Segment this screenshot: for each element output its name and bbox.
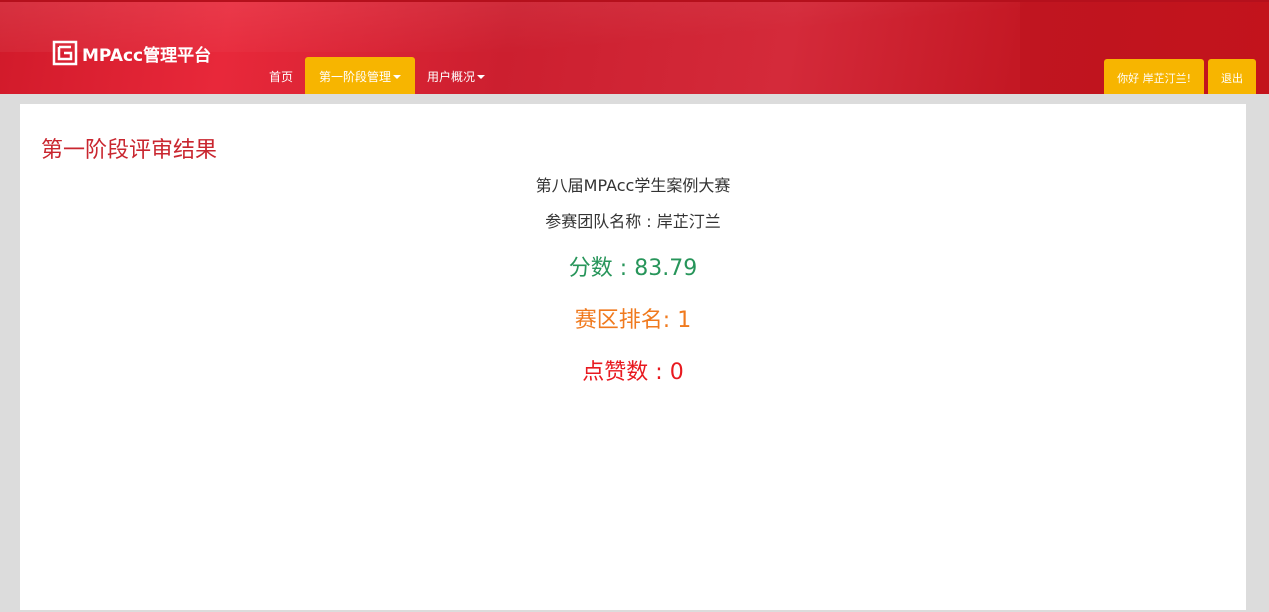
nav-item-home-label: 首页: [269, 70, 294, 84]
page-title: 第一阶段评审结果: [41, 138, 218, 163]
likes-line: 点赞数 : 0: [20, 358, 1246, 388]
score-label: 分数 :: [568, 256, 635, 281]
logout-button[interactable]: 退出: [1208, 59, 1256, 94]
logout-label: 退出: [1221, 71, 1243, 85]
user-greeting-label: 你好 岸芷汀兰!: [1117, 71, 1191, 85]
team-line: 参赛团队名称 : 岸芷汀兰: [20, 210, 1246, 234]
user-area: 你好 岸芷汀兰! 退出: [1100, 59, 1256, 94]
logo-text: MPAcc管理平台: [82, 45, 212, 66]
main-nav: 首页 第一阶段管理 用户概况: [257, 57, 497, 94]
likes-label: 点赞数 :: [582, 360, 670, 385]
result-block: 第八届MPAcc学生案例大赛 参赛团队名称 : 岸芷汀兰 分数 : 83.79 …: [20, 174, 1246, 388]
rank-value: 1: [677, 308, 692, 333]
team-label: 参赛团队名称 :: [545, 212, 657, 231]
nav-item-user-overview[interactable]: 用户概况: [415, 57, 497, 94]
nav-item-stage-one[interactable]: 第一阶段管理: [305, 57, 416, 94]
nav-item-home[interactable]: 首页: [257, 57, 305, 94]
user-greeting-button[interactable]: 你好 岸芷汀兰!: [1104, 59, 1204, 94]
top-header: MPAcc管理平台 首页 第一阶段管理 用户概况 你好 岸芷汀兰! 退出: [0, 0, 1269, 94]
nav-item-stage-one-label: 第一阶段管理: [319, 70, 392, 84]
logo[interactable]: MPAcc管理平台: [52, 40, 211, 66]
content-panel: 第一阶段评审结果 第八届MPAcc学生案例大赛 参赛团队名称 : 岸芷汀兰 分数…: [20, 104, 1246, 610]
score-line: 分数 : 83.79: [20, 254, 1246, 284]
rank-line: 赛区排名: 1: [20, 306, 1246, 336]
likes-value: 0: [669, 360, 684, 385]
caret-down-icon: [477, 74, 486, 79]
team-name: 岸芷汀兰: [656, 212, 721, 231]
caret-down-icon: [393, 74, 402, 79]
score-value: 83.79: [634, 256, 698, 281]
rank-label: 赛区排名:: [574, 308, 678, 333]
logo-icon: [52, 40, 78, 66]
nav-item-user-overview-label: 用户概况: [427, 70, 476, 84]
contest-name: 第八届MPAcc学生案例大赛: [535, 176, 731, 195]
